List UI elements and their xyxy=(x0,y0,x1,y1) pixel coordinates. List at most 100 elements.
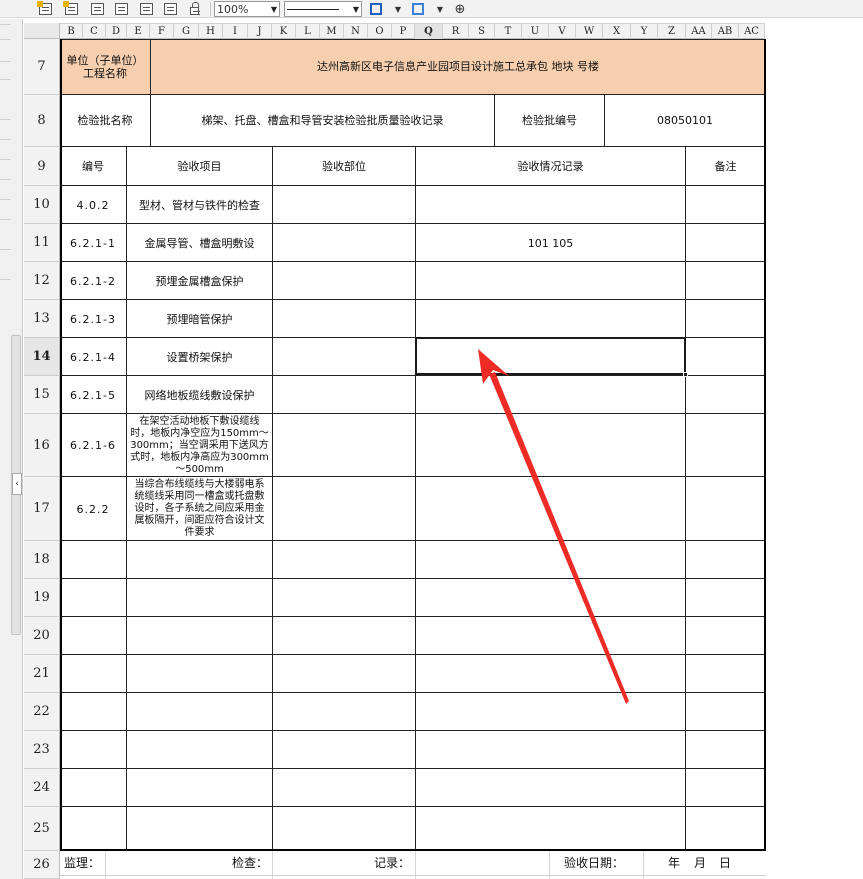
row-header-11[interactable]: 11 xyxy=(24,224,60,262)
column-header-h[interactable]: H xyxy=(199,24,223,39)
grid-icon[interactable] xyxy=(112,1,130,17)
row-header-19[interactable]: 19 xyxy=(24,579,60,617)
grid-line xyxy=(60,39,766,40)
item-location[interactable] xyxy=(273,186,415,224)
collapse-arrow-icon[interactable]: ‹ xyxy=(12,473,22,495)
item-location[interactable] xyxy=(273,338,415,376)
item-record[interactable] xyxy=(416,414,685,477)
column-header-y[interactable]: Y xyxy=(631,24,658,39)
column-header-i[interactable]: I xyxy=(223,24,248,39)
column-header-u[interactable]: U xyxy=(522,24,549,39)
row-header-14[interactable]: 14 xyxy=(24,338,60,376)
row-header-9[interactable]: 9 xyxy=(24,147,60,186)
item-num: 6.2.1-2 xyxy=(70,274,116,288)
column-header-b[interactable]: B xyxy=(60,24,83,39)
column-header-c[interactable]: C xyxy=(83,24,106,39)
column-header-z[interactable]: Z xyxy=(658,24,686,39)
row-header-10[interactable]: 10 xyxy=(24,186,60,224)
grid-line xyxy=(60,94,766,95)
format-icon[interactable] xyxy=(137,1,155,17)
row-header-12[interactable]: 12 xyxy=(24,262,60,300)
row-header-23[interactable]: 23 xyxy=(24,731,60,769)
table-icon[interactable] xyxy=(88,1,106,17)
column-header-s[interactable]: S xyxy=(469,24,495,39)
column-header-x[interactable]: X xyxy=(603,24,631,39)
item-location[interactable] xyxy=(273,262,415,300)
row-header-16[interactable]: 16 xyxy=(24,414,60,477)
anchor-icon[interactable]: ⊕ xyxy=(452,1,468,17)
item-num: 4.0.2 xyxy=(76,198,110,212)
column-header-w[interactable]: W xyxy=(576,24,603,39)
item-location[interactable] xyxy=(273,300,415,338)
grid-line xyxy=(272,851,273,879)
row-header-13[interactable]: 13 xyxy=(24,300,60,338)
column-header-q[interactable]: Q xyxy=(415,24,443,39)
select-all-corner[interactable] xyxy=(24,23,60,39)
item-location[interactable] xyxy=(273,224,415,262)
item-location[interactable] xyxy=(273,414,415,477)
column-header-l[interactable]: L xyxy=(296,24,320,39)
batch-no[interactable]: 08050101 xyxy=(605,95,765,146)
column-header-o[interactable]: O xyxy=(368,24,392,39)
column-header-g[interactable]: G xyxy=(174,24,199,39)
active-cell-q14[interactable] xyxy=(415,337,686,375)
column-header-k[interactable]: K xyxy=(272,24,296,39)
border-style-icon[interactable] xyxy=(368,1,384,17)
grid-line xyxy=(60,39,62,851)
row-header-20[interactable]: 20 xyxy=(24,617,60,655)
row-header-24[interactable]: 24 xyxy=(24,769,60,807)
toolbar: 100% ▼ ▼ ▼ ▼ ⊕ xyxy=(0,0,863,18)
fill-handle[interactable] xyxy=(683,372,688,377)
insert-row-icon[interactable] xyxy=(36,1,54,17)
batch-name[interactable]: 梯架、托盘、槽盒和导管安装检验批质量验收记录 xyxy=(151,95,494,146)
chevron-down-icon[interactable]: ▼ xyxy=(435,1,445,17)
grid-line xyxy=(126,146,127,850)
row-header-8[interactable]: 8 xyxy=(24,95,60,147)
zoom-select[interactable]: 100% ▼ xyxy=(214,1,280,17)
item-record[interactable] xyxy=(416,376,685,414)
column-header-f[interactable]: F xyxy=(150,24,174,39)
column-header-r[interactable]: R xyxy=(443,24,469,39)
lock-icon[interactable] xyxy=(185,1,203,17)
insert-col-icon[interactable] xyxy=(62,1,80,17)
item-location[interactable] xyxy=(273,477,415,541)
column-header-ab[interactable]: AB xyxy=(712,24,739,39)
row-header-22[interactable]: 22 xyxy=(24,693,60,731)
column-header-j[interactable]: J xyxy=(248,24,272,39)
row-header-18[interactable]: 18 xyxy=(24,541,60,579)
column-header-n[interactable]: N xyxy=(344,24,368,39)
column-header-p[interactable]: P xyxy=(392,24,415,39)
item-record[interactable] xyxy=(416,300,685,338)
column-header-aa[interactable]: AA xyxy=(686,24,712,39)
item-location[interactable] xyxy=(273,376,415,414)
row-header-7[interactable]: 7 xyxy=(24,39,60,95)
column-header-d[interactable]: D xyxy=(106,24,127,39)
grid-line xyxy=(60,578,766,579)
item-record[interactable] xyxy=(416,477,685,541)
column-header-ac[interactable]: AC xyxy=(739,24,765,39)
header-item: 验收项目 xyxy=(177,159,222,173)
column-header-m[interactable]: M xyxy=(320,24,344,39)
chevron-down-icon[interactable]: ▼ xyxy=(393,1,403,17)
item-record[interactable] xyxy=(416,262,685,300)
item-num: 6.2.1-5 xyxy=(70,388,116,402)
row-header-21[interactable]: 21 xyxy=(24,655,60,693)
print-icon[interactable] xyxy=(161,1,179,17)
column-header-bar: B C D E F G H I J K L M N O P Q R S T U V W X Y Z AA AB AC xyxy=(24,23,765,39)
column-header-v[interactable]: V xyxy=(549,24,576,39)
item-record[interactable]: 101 105 xyxy=(416,224,685,262)
column-header-e[interactable]: E xyxy=(127,24,150,39)
project-name[interactable]: 达州高新区电子信息产业园项目设计施工总承包 地块 号楼 xyxy=(151,39,765,94)
line-style-select[interactable]: ▼ xyxy=(284,1,362,17)
item-record[interactable] xyxy=(416,186,685,224)
grid-line xyxy=(105,851,106,879)
row-header-25[interactable]: 25 xyxy=(24,807,60,851)
spreadsheet-grid[interactable]: 单位（子单位） 工程名称 达州高新区电子信息产业园项目设计施工总承包 地块 号楼… xyxy=(60,39,766,879)
row-header-15[interactable]: 15 xyxy=(24,376,60,414)
row-header-17[interactable]: 17 xyxy=(24,477,60,541)
grid-line xyxy=(60,875,766,876)
fill-color-icon[interactable] xyxy=(410,1,426,17)
column-header-t[interactable]: T xyxy=(495,24,522,39)
header-num: 编号 xyxy=(82,159,104,173)
row-header-26[interactable]: 26 xyxy=(24,851,60,879)
